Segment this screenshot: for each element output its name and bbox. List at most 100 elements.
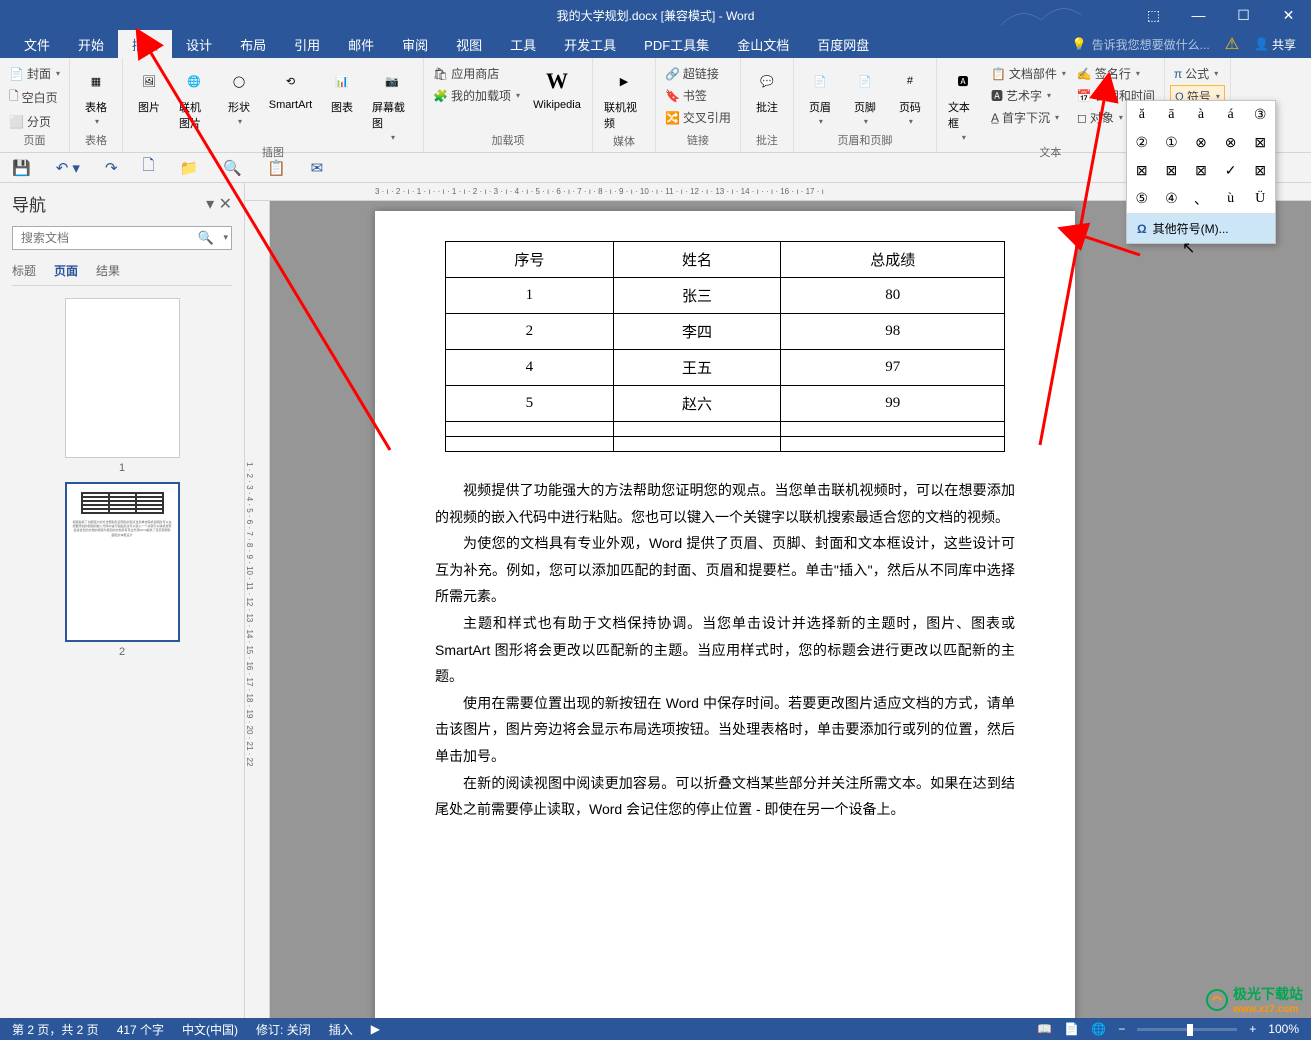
menu-design[interactable]: 设计 (172, 30, 226, 59)
online-video-button[interactable]: ▶联机视频 (598, 63, 650, 133)
macro-button[interactable]: ▶ (371, 1022, 380, 1036)
comment-button[interactable]: 💬批注 (746, 63, 788, 117)
menu-review[interactable]: 审阅 (388, 30, 442, 59)
view-web-button[interactable]: 🌐 (1091, 1022, 1106, 1036)
menu-layout[interactable]: 布局 (226, 30, 280, 59)
smartart-button[interactable]: ⟲SmartArt (263, 63, 318, 113)
redo-button[interactable]: ↷ (105, 159, 118, 177)
view-print-button[interactable]: 📄 (1064, 1022, 1079, 1036)
zoom-out-button[interactable]: − (1118, 1022, 1125, 1036)
menu-kingsoft[interactable]: 金山文档 (723, 30, 803, 59)
symbol-cell[interactable]: ③ (1245, 101, 1275, 129)
symbol-cell[interactable]: ù (1216, 185, 1246, 213)
vertical-ruler[interactable]: 1 · 2 · 3 · 4 · 5 · 6 · 7 · 8 · 9 · 10 ·… (245, 201, 270, 1018)
new-button[interactable]: 🗋 (143, 155, 155, 180)
menu-tools[interactable]: 工具 (496, 30, 550, 59)
footer-button[interactable]: 📄页脚▾ (844, 63, 886, 128)
blank-page-button[interactable]: 🗋 空白页 (5, 85, 64, 110)
minimize-button[interactable]: — (1176, 0, 1221, 30)
crossref-button[interactable]: 🔀 交叉引用 (661, 107, 735, 128)
zoom-in-button[interactable]: + (1249, 1022, 1256, 1036)
quickparts-button[interactable]: 📋 文档部件▾ (987, 63, 1070, 84)
symbol-cell[interactable]: 、 (1186, 185, 1216, 213)
zoom-slider[interactable] (1137, 1028, 1237, 1031)
nav-close-button[interactable]: ▾ ✕ (206, 194, 232, 214)
chart-button[interactable]: 📊图表 (321, 63, 363, 117)
language-indicator[interactable]: 中文(中国) (182, 1021, 238, 1038)
symbol-cell[interactable]: ⊗ (1186, 129, 1216, 157)
print-preview-button[interactable]: 🔍 (223, 159, 242, 177)
search-icon[interactable]: 🔍 (198, 230, 214, 246)
shapes-button[interactable]: ◯形状▾ (218, 63, 260, 128)
symbol-cell[interactable]: ⊠ (1245, 129, 1275, 157)
symbol-cell[interactable]: ă (1127, 101, 1157, 129)
thumbnail-2[interactable]: 视频提供了功能强大的方法帮助您证明您的观点当您单击联机视频时可以在想要添加的视频… (65, 482, 180, 658)
warning-icon[interactable]: ⚠ (1225, 34, 1239, 54)
hyperlink-button[interactable]: 🔗 超链接 (661, 63, 735, 84)
header-button[interactable]: 📄页眉▾ (799, 63, 841, 128)
track-changes-indicator[interactable]: 修订: 关闭 (256, 1021, 311, 1038)
menu-insert[interactable]: 插入 (118, 30, 172, 59)
nav-tab-results[interactable]: 结果 (96, 262, 120, 279)
symbol-cell[interactable]: ① (1157, 129, 1187, 157)
share-button[interactable]: 👤 共享 (1254, 36, 1296, 53)
undo-button[interactable]: ↶ ▾ (56, 159, 80, 177)
close-button[interactable]: ✕ (1266, 0, 1311, 30)
symbol-cell[interactable]: ✓ (1216, 157, 1246, 185)
menu-developer[interactable]: 开发工具 (550, 30, 630, 59)
word-count[interactable]: 417 个字 (117, 1021, 164, 1038)
menu-mailings[interactable]: 邮件 (334, 30, 388, 59)
dropcap-button[interactable]: A̲ 首字下沉▾ (987, 107, 1070, 128)
zoom-level[interactable]: 100% (1268, 1022, 1299, 1036)
symbol-cell[interactable]: ② (1127, 129, 1157, 157)
signature-button[interactable]: ✍ 签名行▾ (1073, 63, 1159, 84)
online-picture-button[interactable]: 🌐联机图片 (173, 63, 215, 133)
menu-references[interactable]: 引用 (280, 30, 334, 59)
menu-pdf[interactable]: PDF工具集 (630, 30, 723, 59)
maximize-button[interactable]: ☐ (1221, 0, 1266, 30)
nav-tab-headings[interactable]: 标题 (12, 262, 36, 279)
ribbon-display-button[interactable]: ⬚ (1131, 0, 1176, 30)
symbol-cell[interactable]: ④ (1157, 185, 1187, 213)
open-button[interactable]: 📁 (180, 159, 199, 177)
textbox-button[interactable]: 🅰文本框▾ (942, 63, 984, 144)
symbol-cell[interactable]: ā (1157, 101, 1187, 129)
menu-view[interactable]: 视图 (442, 30, 496, 59)
picture-button[interactable]: 🖼图片 (128, 63, 170, 117)
insert-mode-indicator[interactable]: 插入 (329, 1021, 353, 1038)
symbol-cell[interactable]: á (1216, 101, 1246, 129)
symbol-cell[interactable]: ⊠ (1127, 157, 1157, 185)
equation-button[interactable]: π 公式▾ (1170, 63, 1225, 84)
view-read-button[interactable]: 📖 (1037, 1022, 1052, 1036)
store-button[interactable]: 🛍 应用商店 (429, 63, 524, 84)
nav-search[interactable]: 🔍 ▾ (12, 226, 232, 250)
save-button[interactable]: 💾 (12, 159, 31, 177)
menu-baidu[interactable]: 百度网盘 (803, 30, 883, 59)
thumbnail-1[interactable]: 1 (65, 298, 180, 474)
symbol-cell[interactable]: Ü (1245, 185, 1275, 213)
nav-tab-pages[interactable]: 页面 (54, 262, 78, 279)
symbol-cell[interactable]: ⊠ (1157, 157, 1187, 185)
more-symbols-button[interactable]: Ω 其他符号(M)... (1127, 213, 1275, 243)
document-table[interactable]: 序号 姓名 总成绩 1张三80 2李四98 4王五97 5赵六99 (445, 241, 1005, 452)
bookmark-button[interactable]: 🔖 书签 (661, 85, 735, 106)
menu-file[interactable]: 文件 (10, 30, 64, 59)
symbol-cell[interactable]: à (1186, 101, 1216, 129)
pagenum-button[interactable]: #页码▾ (889, 63, 931, 128)
symbol-cell[interactable]: ⊠ (1186, 157, 1216, 185)
page-indicator[interactable]: 第 2 页，共 2 页 (12, 1021, 99, 1038)
myaddins-button[interactable]: 🧩 我的加载项▾ (429, 85, 524, 106)
cover-page-button[interactable]: 📄 封面▾ (5, 63, 64, 84)
wikipedia-button[interactable]: WWikipedia (527, 63, 587, 113)
page-break-button[interactable]: ⬜ 分页 (5, 111, 64, 132)
symbol-cell[interactable]: ⑤ (1127, 185, 1157, 213)
envelope-button[interactable]: ✉ (311, 159, 324, 177)
paste-button[interactable]: 📋 (267, 159, 286, 177)
document-body[interactable]: 视频提供了功能强大的方法帮助您证明您的观点。当您单击联机视频时，可以在想要添加的… (435, 477, 1015, 823)
document-page[interactable]: 序号 姓名 总成绩 1张三80 2李四98 4王五97 5赵六99 视频提供了功… (375, 211, 1075, 1018)
table-button[interactable]: ▦表格▾ (75, 63, 117, 128)
tell-me-input[interactable]: 💡 告诉我您想要做什么... (1072, 36, 1210, 53)
screenshot-button[interactable]: 📷屏幕截图▾ (366, 63, 418, 144)
menu-home[interactable]: 开始 (64, 30, 118, 59)
symbol-cell[interactable]: ⊗ (1216, 129, 1246, 157)
